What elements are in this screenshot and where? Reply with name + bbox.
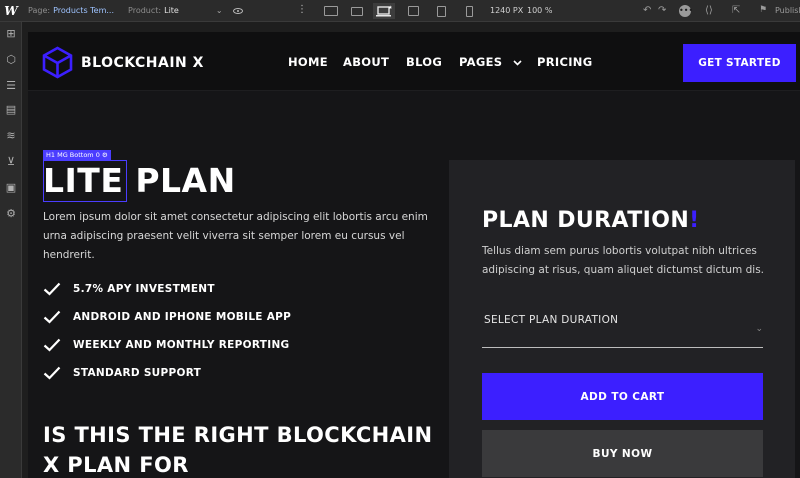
feature-item: 5.7% APY INVESTMENT	[43, 282, 215, 296]
site-navbar: BLOCKCHAIN X HOME ABOUT BLOG PAGES PRICI…	[28, 32, 800, 91]
hero-description: Lorem ipsum dolor sit amet consectetur a…	[43, 211, 428, 261]
plan-card-title-text: PLAN DURATION	[482, 208, 690, 233]
preview-eye-icon[interactable]	[232, 7, 243, 14]
breakpoint-mobile-button[interactable]	[458, 3, 480, 19]
section-heading: IS THIS THE RIGHT BLOCKCHAIN X PLAN FOR	[43, 423, 433, 477]
check-icon	[43, 310, 61, 324]
check-icon	[43, 338, 61, 352]
feature-text: STANDARD SUPPORT	[73, 367, 202, 379]
chevron-down-icon	[513, 59, 522, 66]
designer-app: W Page: Products Tem... Product: Lite ⌄ …	[0, 0, 800, 478]
plan-card-title: PLAN DURATION!	[482, 208, 700, 233]
code-icon[interactable]: ⟨⟩	[705, 5, 713, 16]
editor-left-rail: ⊞ ⬡ ☰ ▤ ≋ ⊻ ▣ ⚙	[0, 22, 22, 478]
nav-about[interactable]: ABOUT	[343, 55, 389, 69]
collaborators-icon[interactable]: •••	[679, 5, 693, 17]
monitor-icon	[324, 6, 338, 16]
plan-card-description: Tellus diam sem purus lobortis volutpat …	[482, 245, 764, 276]
chevron-down-icon: ⌄	[215, 6, 223, 15]
page-title[interactable]: LITE PLAN	[43, 160, 236, 202]
svg-text:★: ★	[388, 5, 392, 11]
undo-icon[interactable]: ↶	[643, 5, 651, 16]
nav-pricing[interactable]: PRICING	[537, 55, 592, 69]
breakpoint-mobile-landscape-button[interactable]	[430, 3, 452, 19]
feature-text: WEEKLY AND MONTHLY REPORTING	[73, 339, 290, 351]
nav-home[interactable]: HOME	[288, 55, 328, 69]
pages-icon[interactable]: ▤	[5, 104, 17, 116]
editor-topbar: W Page: Products Tem... Product: Lite ⌄ …	[0, 0, 800, 22]
phone-icon	[465, 5, 473, 17]
breakpoint-large-desktop-button[interactable]	[320, 3, 342, 19]
plan-duration-select[interactable]: SELECT PLAN DURATION ⌄	[482, 306, 763, 348]
assets-icon[interactable]: ▣	[5, 182, 17, 194]
tablet-landscape-icon	[407, 6, 419, 16]
redo-icon[interactable]: ↷	[658, 5, 666, 16]
site-canvas: BLOCKCHAIN X HOME ABOUT BLOG PAGES PRICI…	[28, 32, 800, 478]
selected-element-tag[interactable]: H1 MG Bottom 0 ⚙	[43, 150, 111, 160]
page-selector[interactable]: Page: Products Tem...	[28, 6, 114, 15]
check-icon	[43, 282, 61, 296]
monitor-icon	[351, 6, 363, 16]
buy-now-button[interactable]: BUY NOW	[482, 430, 763, 477]
cube-logo-icon	[42, 46, 73, 79]
product-label: Product:	[128, 6, 162, 15]
symbols-cube-icon[interactable]: ⬡	[5, 54, 17, 66]
add-element-icon[interactable]: ⊞	[5, 28, 17, 40]
feature-text: 5.7% APY INVESTMENT	[73, 283, 215, 295]
export-icon[interactable]: ⇱	[732, 5, 740, 16]
chevron-down-icon: ⌄	[755, 324, 763, 334]
brand-name: BLOCKCHAIN X	[81, 54, 204, 71]
feature-item: WEEKLY AND MONTHLY REPORTING	[43, 338, 289, 352]
zoom-readout: 100 %	[527, 6, 553, 15]
feature-item: ANDROID AND IPHONE MOBILE APP	[43, 310, 291, 324]
feature-text: ANDROID AND IPHONE MOBILE APP	[73, 311, 292, 323]
nav-blog[interactable]: BLOG	[406, 55, 442, 69]
plan-card-title-accent: !	[689, 208, 700, 233]
plan-card: PLAN DURATION! Tellus diam sem purus lob…	[449, 160, 795, 478]
product-selector[interactable]: Product: Lite ⌄	[128, 6, 223, 15]
laptop-star-icon: ★	[376, 5, 392, 17]
nav-pages-label: PAGES	[459, 55, 503, 69]
breakpoint-base-button[interactable]: ★	[373, 3, 395, 19]
plan-duration-placeholder: SELECT PLAN DURATION	[484, 314, 619, 326]
breakpoint-tablet-button[interactable]	[402, 3, 424, 19]
publish-button[interactable]: Publish	[775, 6, 800, 15]
page-label: Page:	[28, 6, 51, 15]
brand-link[interactable]: BLOCKCHAIN X	[42, 46, 204, 79]
tablet-portrait-icon	[436, 5, 446, 17]
page-value: Products Tem...	[53, 6, 115, 15]
add-to-cart-button[interactable]: ADD TO CART	[482, 373, 763, 420]
get-started-button[interactable]: GET STARTED	[683, 44, 796, 82]
navigator-icon[interactable]: ☰	[5, 80, 17, 92]
ecommerce-cart-icon[interactable]: ⊻	[5, 156, 17, 168]
nav-pages-dropdown[interactable]: PAGES	[459, 55, 522, 69]
check-icon	[43, 366, 61, 380]
cms-icon[interactable]: ≋	[5, 130, 17, 142]
canvas-width-readout: 1240 PX	[490, 6, 524, 15]
settings-gear-icon[interactable]: ⚙	[5, 208, 17, 220]
webflow-logo[interactable]: W	[0, 0, 22, 22]
breakpoint-desktop-button[interactable]	[346, 3, 368, 19]
feature-item: STANDARD SUPPORT	[43, 366, 201, 380]
more-options-icon[interactable]: ⋮	[297, 5, 307, 15]
product-value: Lite	[164, 6, 179, 15]
rocket-icon[interactable]: ⚑	[759, 5, 767, 16]
